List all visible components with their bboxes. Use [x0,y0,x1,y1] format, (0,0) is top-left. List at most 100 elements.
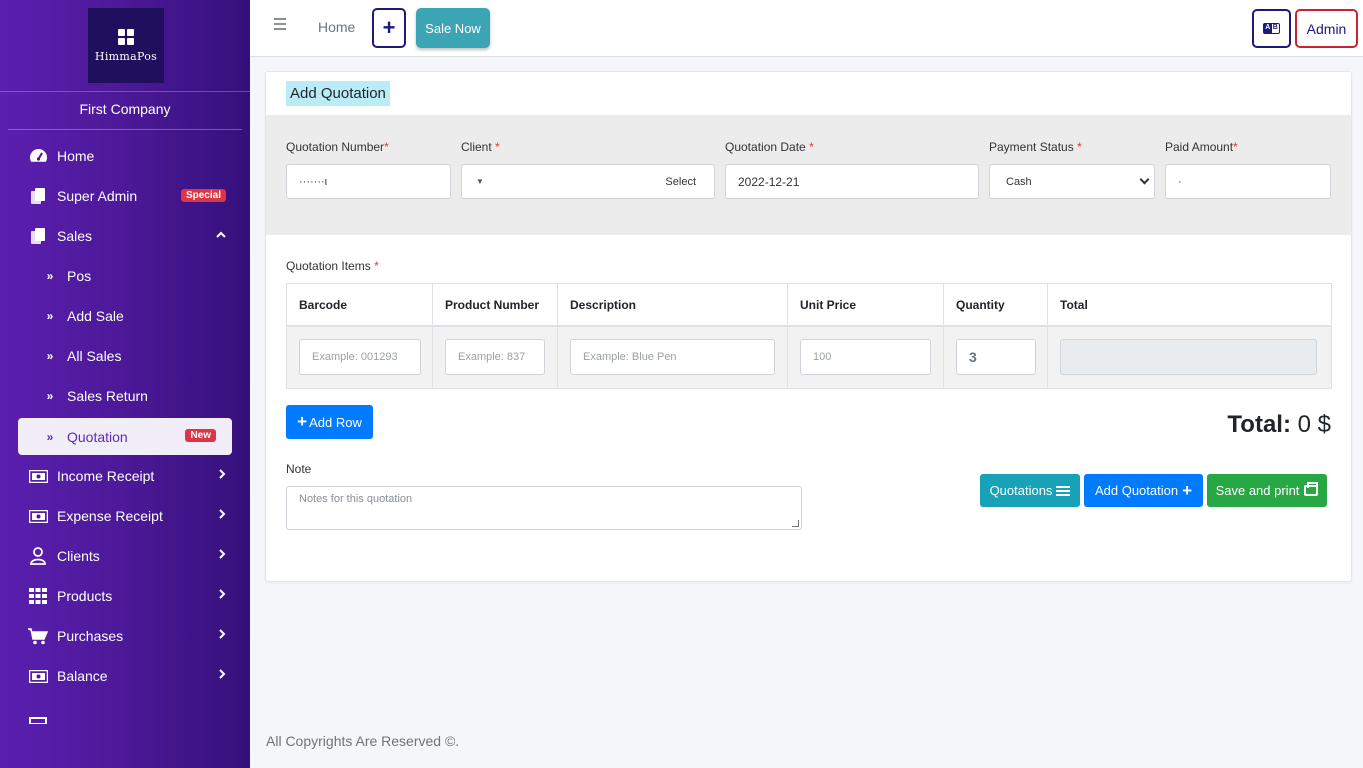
page-title: Add Quotation [286,81,390,106]
note-textarea[interactable]: Notes for this quotation [286,486,802,530]
double-chevron-icon: » [46,429,54,444]
table-header: Barcode Product Number Description Unit … [287,284,1331,327]
table-row: Example: 001293 Example: 837 Example: Bl… [287,327,1331,388]
sidebar-item-products[interactable]: Products [0,576,250,616]
quotations-button[interactable]: Quotations [980,474,1080,507]
quick-add-button[interactable]: + [372,8,406,48]
printer-icon [1304,482,1319,496]
cell-unit-price: 100 [788,327,944,388]
window-icon [28,707,48,725]
divider [8,129,242,130]
payment-status-select[interactable]: Cash [989,164,1155,199]
sidebar-item-label: Products [57,588,113,604]
sidebar-item-label: Pos [67,268,92,284]
total-value: 0 $ [1297,411,1331,438]
add-quotation-button[interactable]: Add Quotation + [1084,474,1203,507]
copy-icon [28,227,48,245]
payment-status-label: Payment Status * [989,140,1082,154]
sidebar-item-sales[interactable]: Sales [0,216,250,256]
sidebar-item-label: All Sales [67,348,122,364]
add-row-button[interactable]: + Add Row [286,405,373,439]
column-header-product-number: Product Number [433,284,558,325]
note-placeholder: Notes for this quotation [299,493,413,505]
product-number-input[interactable]: Example: 837 [445,339,545,375]
chevron-right-icon [218,468,226,482]
column-header-unit-price: Unit Price [788,284,944,325]
sidebar-item-balance[interactable]: Balance [0,656,250,696]
column-header-barcode: Barcode [287,284,433,325]
language-icon: AB [1263,23,1280,34]
note-label: Note [286,462,312,476]
sidebar-item-label: Purchases [57,628,124,644]
total-input [1060,339,1317,375]
paid-amount-input[interactable]: · [1165,164,1331,199]
add-row-label: Add Row [309,414,362,430]
sidebar-item-label: Sales Return [67,388,148,404]
quantity-input[interactable]: 3 [956,339,1036,375]
chevron-right-icon [218,628,226,642]
cell-total [1048,327,1331,388]
column-header-description: Description [558,284,788,325]
sidebar-item-clients[interactable]: Clients [0,536,250,576]
unit-price-input[interactable]: 100 [800,339,931,375]
user-icon [28,547,48,565]
sidebar-item-label: Clients [57,548,100,564]
quotations-label: Quotations [989,483,1053,498]
divider [0,91,250,92]
sidebar-item-sales-return[interactable]: » Sales Return [0,376,250,416]
quotation-items-label: Quotation Items * [286,259,379,273]
sale-now-button[interactable]: Sale Now [416,8,490,48]
double-chevron-icon: » [46,309,54,323]
topbar: Home + Sale Now AB Admin [250,0,1363,57]
chevron-right-icon [218,548,226,562]
cell-product-number: Example: 837 [433,327,558,388]
sidebar: HimmaPos First Company Home Super Admin … [0,0,250,768]
chevron-right-icon [218,508,226,522]
sidebar-item-label: Add Sale [67,308,124,324]
quotation-number-label: Quotation Number* [286,140,389,154]
brand-logo[interactable]: HimmaPos [88,8,164,83]
form-header-band: Quotation Number* ·······ι Client * ▼ Se… [266,115,1351,235]
double-chevron-icon: » [46,269,54,283]
sidebar-item-partial[interactable] [0,696,250,736]
sidebar-item-label: Expense Receipt [57,508,163,524]
payment-status-value: Cash [1006,175,1032,188]
list-icon [1056,485,1071,496]
plus-icon: + [1182,480,1193,500]
tachometer-icon [28,147,48,165]
sidebar-item-add-sale[interactable]: » Add Sale [0,296,250,336]
sidebar-item-label: Home [57,148,95,164]
hamburger-menu-icon[interactable] [274,18,286,33]
plus-icon: + [297,412,308,431]
cell-description: Example: Blue Pen [558,327,788,388]
admin-button[interactable]: Admin [1295,9,1358,48]
barcode-input[interactable]: Example: 001293 [299,339,421,375]
cart-icon [28,627,48,645]
logo-text: HimmaPos [94,49,158,63]
sidebar-item-all-sales[interactable]: » All Sales [0,336,250,376]
chevron-down-icon [1139,174,1150,185]
quotation-number-input[interactable]: ·······ι [286,164,451,199]
resize-handle[interactable] [792,520,799,527]
quotation-date-input[interactable]: 2022-12-21 [725,164,979,199]
sidebar-item-income-receipt[interactable]: Income Receipt [0,456,250,496]
sidebar-item-label: Quotation [67,428,128,445]
sidebar-item-pos[interactable]: » Pos [0,256,250,296]
sidebar-item-quotation[interactable]: » Quotation New [18,418,232,455]
client-select[interactable]: ▼ Select [461,164,715,199]
home-link[interactable]: Home [318,19,355,35]
company-name: First Company [79,101,171,117]
chevron-right-icon [218,668,226,682]
money-icon [28,667,48,685]
sidebar-item-expense-receipt[interactable]: Expense Receipt [0,496,250,536]
language-button[interactable]: AB [1252,9,1291,48]
description-input[interactable]: Example: Blue Pen [570,339,775,375]
grid-icon [28,587,48,605]
save-and-print-button[interactable]: Save and print [1207,474,1327,507]
column-header-quantity: Quantity [944,284,1048,325]
caret-down-icon: ▼ [476,177,484,186]
sidebar-item-super-admin[interactable]: Super Admin Special [0,176,250,216]
sidebar-item-home[interactable]: Home [0,136,250,176]
sidebar-item-purchases[interactable]: Purchases [0,616,250,656]
quotation-date-label: Quotation Date * [725,140,814,154]
